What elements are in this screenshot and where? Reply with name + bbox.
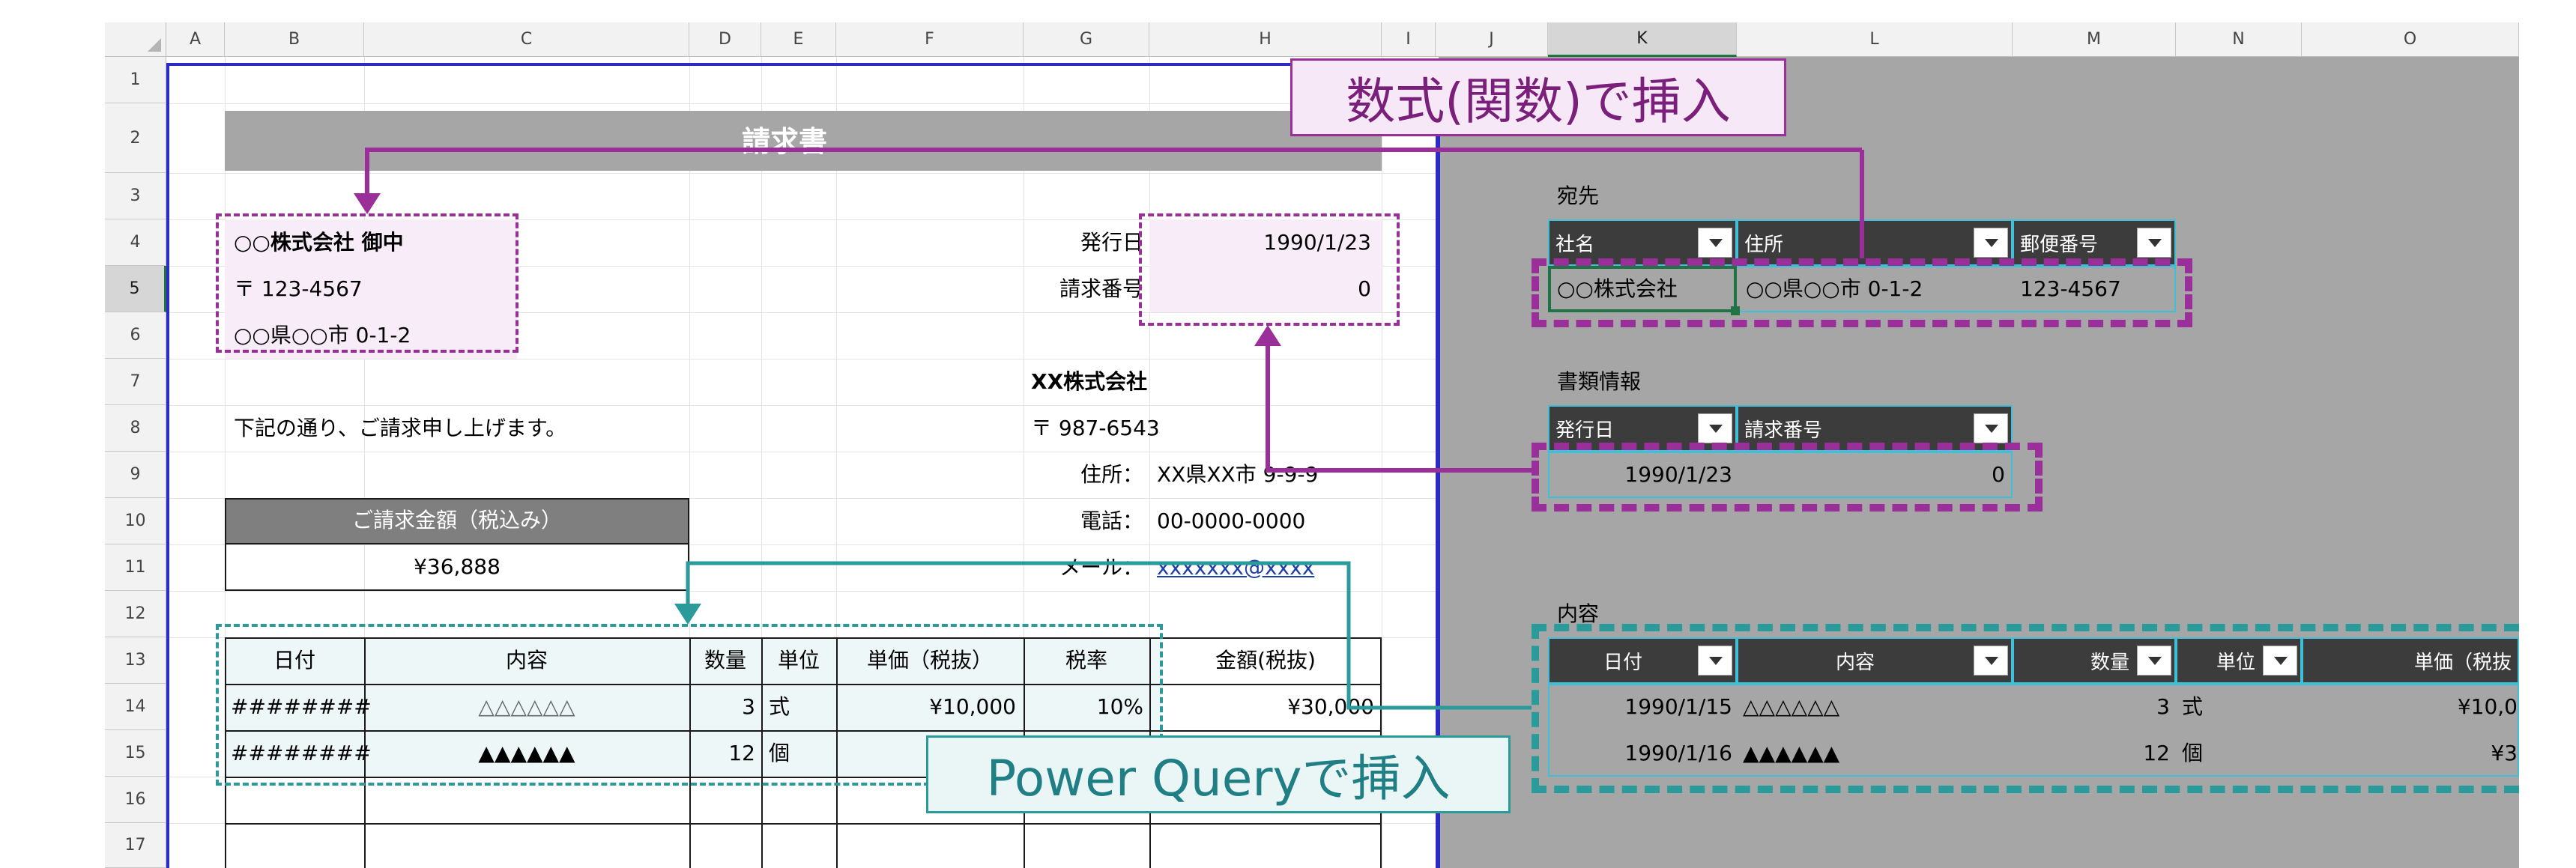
teal-arrow-to-detail xyxy=(674,561,1532,710)
power-query-callout-text: Power Queryで挿入 xyxy=(986,750,1451,807)
purple-arrow-to-issue xyxy=(1254,325,1532,473)
purple-arrow-to-recipient xyxy=(354,148,1862,214)
power-query-callout: Power Queryで挿入 xyxy=(926,735,1511,813)
formula-callout: 数式(関数)で挿入 xyxy=(1290,58,1786,136)
formula-callout-text: 数式(関数)で挿入 xyxy=(1346,73,1731,130)
